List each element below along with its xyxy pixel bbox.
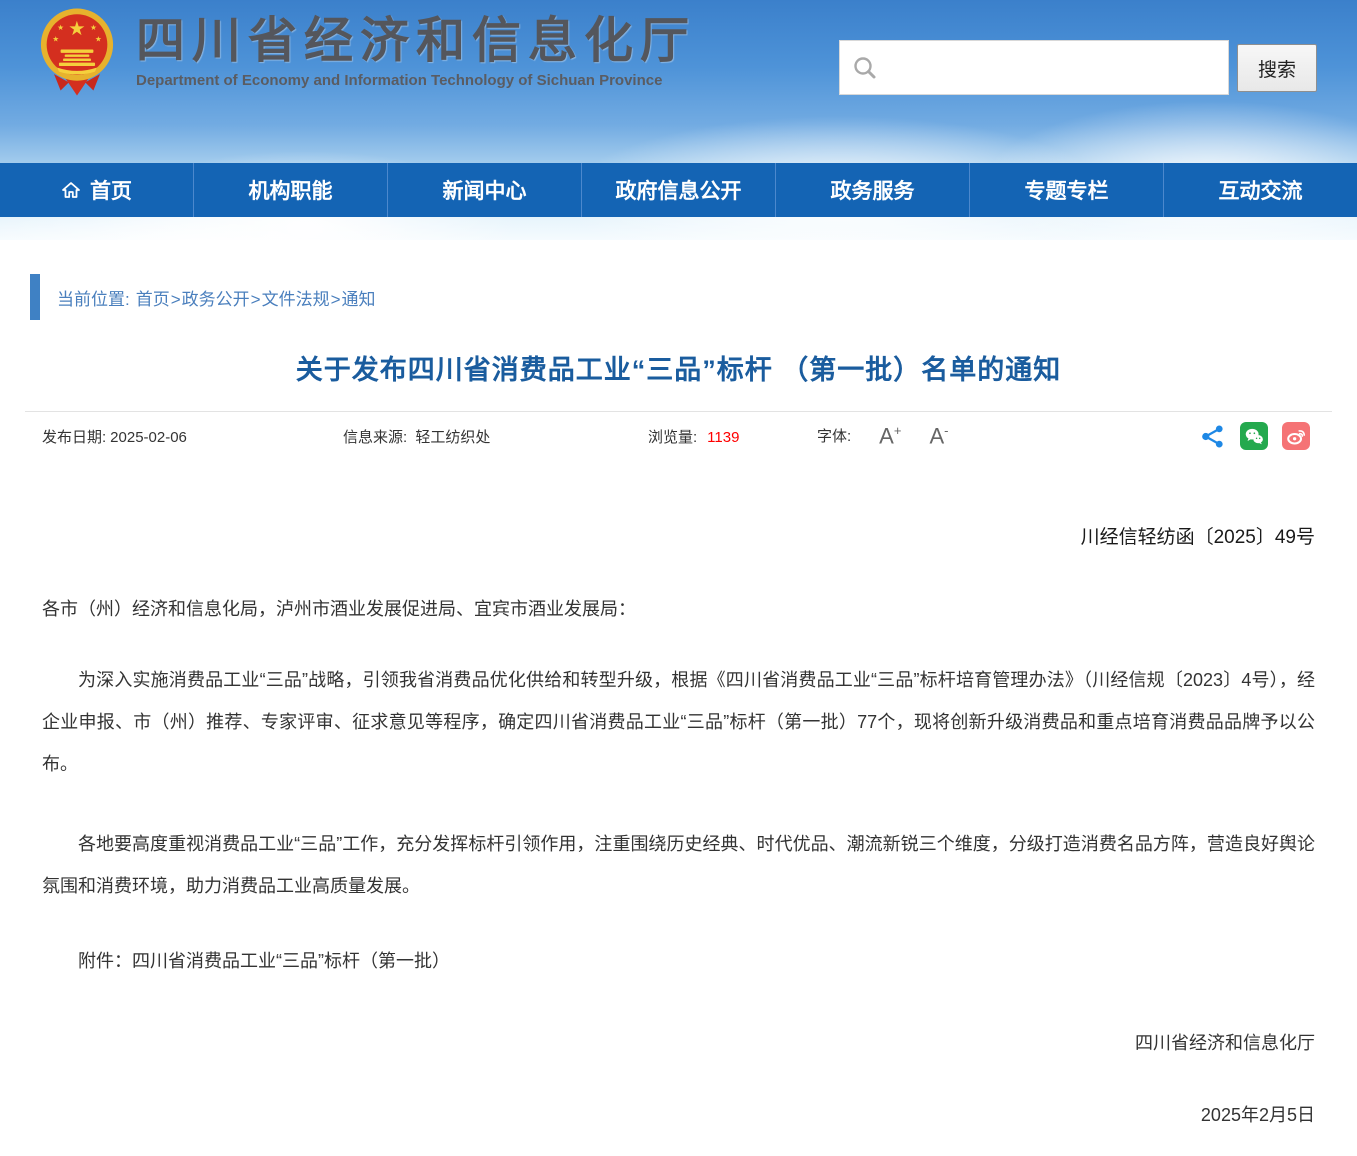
nav-item-label: 新闻中心 bbox=[443, 175, 527, 205]
publish-date: 发布日期:2025-02-06 bbox=[42, 426, 343, 447]
view-count: 浏览量: 1139 bbox=[648, 426, 817, 447]
svg-text:★: ★ bbox=[95, 34, 102, 43]
main-content: 关于发布四川省消费品工业“三品”标杆 （第一批）名单的通知 发布日期:2025-… bbox=[0, 348, 1357, 1151]
nav-item-home[interactable]: 首页 bbox=[0, 163, 193, 217]
svg-text:★: ★ bbox=[57, 23, 64, 32]
breadcrumb-link-regulations[interactable]: 文件法规 bbox=[262, 290, 330, 309]
nav-item-label: 政务服务 bbox=[831, 175, 915, 205]
font-size-label: 字体: bbox=[817, 425, 851, 446]
main-nav: 首页 机构职能 新闻中心 政府信息公开 政务服务 专题专栏 互动交流 bbox=[0, 163, 1357, 217]
page: ★ ★ ★ ★ ★ 四川省经济和信息化厅 Department of Econo… bbox=[0, 0, 1357, 1156]
site-subtitle-en: Department of Economy and Information Te… bbox=[136, 72, 696, 89]
brand-text: 四川省经济和信息化厅 Department of Economy and Inf… bbox=[136, 15, 696, 89]
info-source-value: 轻工纺织处 bbox=[415, 429, 490, 446]
nav-item-label: 机构职能 bbox=[249, 175, 333, 205]
view-count-value: 1139 bbox=[707, 429, 739, 446]
wechat-icon bbox=[1240, 422, 1268, 450]
share-wechat-button[interactable] bbox=[1240, 422, 1268, 450]
nav-item-gov-info[interactable]: 政府信息公开 bbox=[581, 163, 775, 217]
svg-text:★: ★ bbox=[68, 18, 86, 40]
font-increase-button[interactable]: A+ bbox=[879, 424, 901, 447]
nav-item-label: 政府信息公开 bbox=[616, 175, 742, 205]
view-count-label: 浏览量: bbox=[648, 429, 697, 446]
nav-item-topics[interactable]: 专题专栏 bbox=[969, 163, 1163, 217]
nav-item-services[interactable]: 政务服务 bbox=[775, 163, 969, 217]
nav-item-news[interactable]: 新闻中心 bbox=[387, 163, 581, 217]
page-title: 关于发布四川省消费品工业“三品”标杆 （第一批）名单的通知 bbox=[25, 348, 1332, 387]
share-button[interactable] bbox=[1199, 423, 1226, 450]
svg-text:★: ★ bbox=[52, 34, 59, 43]
article-meta-row: 发布日期:2025-02-06 信息来源: 轻工纺织处 浏览量: 1139 字体:… bbox=[25, 412, 1332, 460]
issue-date: 2025年2月5日 bbox=[42, 1101, 1315, 1151]
nav-item-label: 专题专栏 bbox=[1025, 175, 1109, 205]
breadcrumb-link-gov-open[interactable]: 政务公开 bbox=[182, 290, 250, 309]
share-icon bbox=[1199, 423, 1226, 450]
breadcrumb-prefix: 当前位置: bbox=[57, 290, 130, 309]
share-weibo-button[interactable] bbox=[1282, 422, 1310, 450]
notice-document: 川经信轻纺函〔2025〕49号 各市（州）经济和信息化局，泸州市酒业发展促进局、… bbox=[25, 522, 1332, 1151]
national-emblem-icon: ★ ★ ★ ★ ★ bbox=[36, 6, 118, 98]
breadcrumb-text: 当前位置:首页>政务公开>文件法规>通知 bbox=[57, 285, 376, 310]
svg-text:★: ★ bbox=[90, 23, 97, 32]
publish-date-value: 2025-02-06 bbox=[110, 429, 187, 446]
attachment-line: 附件：四川省消费品工业“三品”标杆（第一批） bbox=[42, 947, 1315, 973]
info-source: 信息来源: 轻工纺织处 bbox=[343, 426, 648, 447]
search-input[interactable] bbox=[886, 41, 1216, 94]
document-number: 川经信轻纺函〔2025〕49号 bbox=[42, 522, 1315, 549]
breadcrumb-separator: > bbox=[251, 290, 261, 309]
site-title: 四川省经济和信息化厅 bbox=[136, 15, 696, 69]
share-buttons bbox=[1199, 422, 1332, 450]
nav-item-interaction[interactable]: 互动交流 bbox=[1163, 163, 1357, 217]
breadcrumb-link-home[interactable]: 首页 bbox=[136, 290, 170, 309]
publish-date-label: 发布日期: bbox=[42, 429, 106, 446]
nav-item-label: 互动交流 bbox=[1219, 175, 1303, 205]
site-brand: ★ ★ ★ ★ ★ 四川省经济和信息化厅 Department of Econo… bbox=[36, 6, 696, 98]
nav-item-label: 首页 bbox=[90, 175, 132, 205]
paragraph-1: 为深入实施消费品工业“三品”战略，引领我省消费品优化供给和转型升级，根据《四川省… bbox=[42, 659, 1315, 785]
search-area: 搜索 bbox=[839, 40, 1317, 95]
site-header: ★ ★ ★ ★ ★ 四川省经济和信息化厅 Department of Econo… bbox=[0, 0, 1357, 240]
font-decrease-button[interactable]: A- bbox=[929, 424, 948, 447]
breadcrumb-separator: > bbox=[331, 290, 341, 309]
issuing-authority: 四川省经济和信息化厅 bbox=[42, 1029, 1315, 1055]
breadcrumb-separator: > bbox=[171, 290, 181, 309]
nav-item-organization[interactable]: 机构职能 bbox=[193, 163, 387, 217]
salutation: 各市（州）经济和信息化局，泸州市酒业发展促进局、宜宾市酒业发展局： bbox=[42, 595, 1315, 621]
search-button[interactable]: 搜索 bbox=[1237, 44, 1317, 92]
info-source-label: 信息来源: bbox=[343, 429, 407, 446]
breadcrumb-accent-bar bbox=[30, 274, 40, 320]
weibo-icon bbox=[1282, 422, 1310, 450]
breadcrumb-link-notice[interactable]: 通知 bbox=[342, 290, 376, 309]
font-size-controls: 字体: A+ A- bbox=[817, 424, 948, 447]
breadcrumb: 当前位置:首页>政务公开>文件法规>通知 bbox=[30, 274, 1357, 320]
home-icon bbox=[61, 180, 81, 200]
search-box bbox=[839, 40, 1229, 95]
national-emblem-logo: ★ ★ ★ ★ ★ bbox=[36, 6, 118, 98]
search-icon bbox=[852, 55, 878, 81]
paragraph-2: 各地要高度重视消费品工业“三品”工作，充分发挥标杆引领作用，注重围绕历史经典、时… bbox=[42, 823, 1315, 907]
